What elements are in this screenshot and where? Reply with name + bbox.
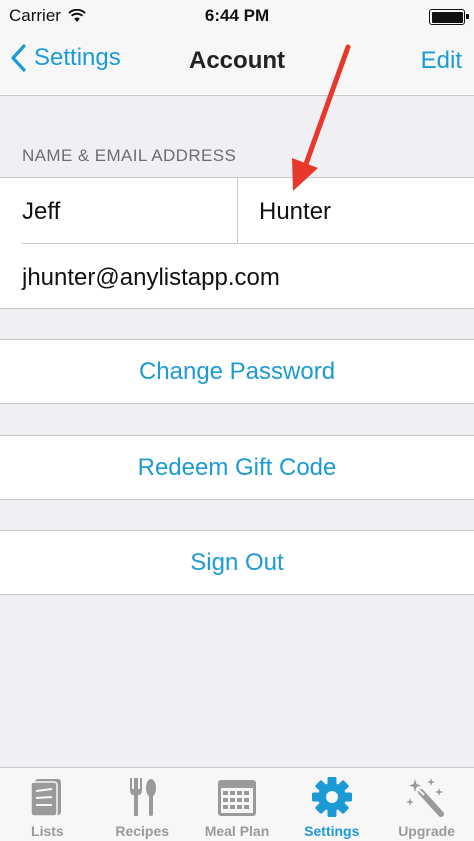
annotation-arrow: [292, 44, 351, 191]
change-password-label: Change Password: [138, 357, 336, 385]
tab-meal-plan-label: Meal Plan: [204, 823, 270, 839]
sign-out-label: Sign Out: [190, 548, 284, 576]
email-row: jhunter@anylistapp.com: [0, 244, 474, 309]
status-time: 6:44 PM: [204, 6, 270, 25]
calendar-icon: [217, 780, 256, 816]
tab-lists[interactable]: Lists: [0, 768, 95, 841]
name-email-group: Jeff Hunter jhunter@anylistapp.com: [0, 177, 474, 309]
tab-recipes-label: Recipes: [115, 823, 170, 839]
tab-bar: Lists Recipes Meal Plan Settings Upgrade: [0, 767, 474, 841]
last-name-field[interactable]: Hunter: [259, 198, 331, 226]
tab-upgrade-label: Upgrade: [398, 823, 455, 839]
tab-upgrade[interactable]: Upgrade: [379, 768, 474, 841]
change-password-button[interactable]: Change Password: [0, 339, 474, 404]
fork-spoon-icon: [130, 778, 157, 816]
sign-out-button[interactable]: Sign Out: [0, 530, 474, 595]
gear-icon: [311, 777, 352, 817]
section-header-name-email: NAME & EMAIL ADDRESS: [22, 146, 237, 165]
tab-recipes[interactable]: Recipes: [95, 768, 190, 841]
tab-settings-label: Settings: [304, 823, 360, 839]
email-field[interactable]: jhunter@anylistapp.com: [22, 264, 280, 292]
battery-icon: [429, 9, 469, 25]
name-divider: [237, 178, 238, 243]
navigation-bar: Settings Account Edit: [0, 32, 474, 96]
lists-icon: [30, 779, 62, 817]
redeem-gift-code-label: Redeem Gift Code: [137, 453, 337, 481]
tab-lists-label: Lists: [31, 823, 64, 839]
edit-button[interactable]: Edit: [421, 47, 462, 75]
redeem-gift-code-button[interactable]: Redeem Gift Code: [0, 435, 474, 500]
tab-settings[interactable]: Settings: [284, 768, 379, 841]
status-bar: Carrier 6:44 PM: [0, 0, 474, 32]
name-row: Jeff Hunter: [0, 178, 474, 243]
tab-meal-plan[interactable]: Meal Plan: [190, 768, 285, 841]
page-title: Account: [189, 47, 285, 74]
first-name-field[interactable]: Jeff: [22, 198, 60, 226]
magic-wand-icon: [405, 778, 444, 817]
